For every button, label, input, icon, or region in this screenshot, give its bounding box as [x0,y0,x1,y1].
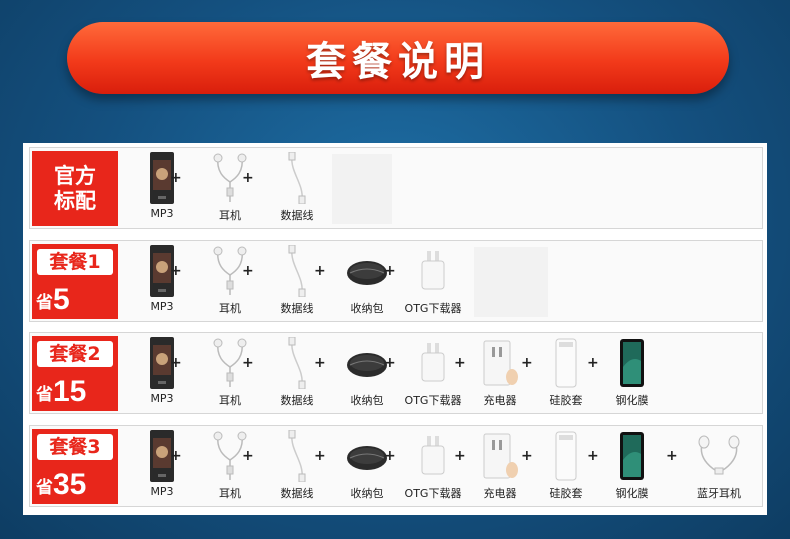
plus-sign: + [242,263,254,279]
earphones-icon [195,337,265,389]
banner-title: 套餐说明 [306,39,490,85]
tempered-glass-icon [597,430,667,482]
tempered-glass-icon [597,337,667,389]
item-otg-adapter: OTG下载器 [398,245,468,319]
item-usb-cable: 数据线 [262,337,332,411]
package-panel: 官方 标配 MP3 + 耳机 + 数据线 套餐1 省 5 MP3 + 耳机 + … [23,143,767,515]
savings: 省 35 [36,465,86,501]
package-tag-1: 套餐1 省 5 [32,244,118,319]
otg-adapter-icon [398,245,468,297]
plus-sign: + [384,355,396,371]
plus-sign: + [384,263,396,279]
plus-sign: + [170,355,182,371]
package-tag-standard: 官方 标配 [32,151,118,226]
save-amount: 35 [53,468,87,501]
plus-sign: + [170,448,182,464]
item-tempered-glass: 钢化膜 [597,337,667,411]
mp3-player-icon [127,152,197,204]
mp3-player-icon [127,337,197,389]
plus-sign: + [242,170,254,186]
blank-placeholder [332,154,392,224]
earphones-icon [195,245,265,297]
item-label: 钢化膜 [615,394,649,407]
package-tag-2: 套餐2 省 15 [32,336,118,411]
save-label: 省 [36,385,53,405]
package-row-1: 套餐1 省 5 MP3 + 耳机 + 数据线 + 收纳包 + OTG下载器 [29,240,763,322]
mp3-player-icon [127,245,197,297]
package-tag-3: 套餐3 省 35 [32,429,118,504]
plus-sign: + [314,355,326,371]
package-name: 套餐3 [37,434,113,460]
earphones-icon [195,430,265,482]
save-label: 省 [36,293,53,313]
item-usb-cable: 数据线 [262,430,332,504]
plus-sign: + [314,448,326,464]
save-amount: 5 [53,283,70,316]
package-name: 套餐1 [37,249,113,275]
package-tag-text: 官方 标配 [54,163,96,213]
plus-sign: + [242,448,254,464]
plus-sign: + [454,355,466,371]
plus-sign: + [170,263,182,279]
package-row-3: 套餐3 省 35 MP3 + 耳机 + 数据线 + 收纳包 + OTG下载器 +… [29,425,763,507]
plus-sign: + [242,355,254,371]
title-banner: 套餐说明 [67,22,729,94]
package-row-2: 套餐2 省 15 MP3 + 耳机 + 数据线 + 收纳包 + OTG下载器 +… [29,332,763,414]
plus-sign: + [454,448,466,464]
item-usb-cable: 数据线 [262,245,332,319]
usb-cable-icon [262,152,332,204]
package-row-standard: 官方 标配 MP3 + 耳机 + 数据线 [29,147,763,229]
blank-placeholder [474,247,548,317]
package-name: 套餐2 [37,341,113,367]
plus-sign: + [170,170,182,186]
item-label: 钢化膜 [615,487,649,500]
mp3-player-icon [127,430,197,482]
bluetooth-earphones-icon [684,430,754,482]
save-label: 省 [36,478,53,498]
earphones-icon [195,152,265,204]
plus-sign: + [666,448,678,464]
plus-sign: + [314,263,326,279]
item-tempered-glass: 钢化膜 [597,430,667,504]
item-bluetooth-earphones: 蓝牙耳机 [684,430,754,504]
item-usb-cable: 数据线 [262,152,332,226]
item-label: 蓝牙耳机 [697,487,741,500]
item-label: 数据线 [280,209,314,222]
save-amount: 15 [53,375,87,408]
savings: 省 15 [36,372,86,408]
plus-sign: + [384,448,396,464]
item-label: OTG下载器 [404,302,462,315]
savings: 省 5 [36,280,70,316]
